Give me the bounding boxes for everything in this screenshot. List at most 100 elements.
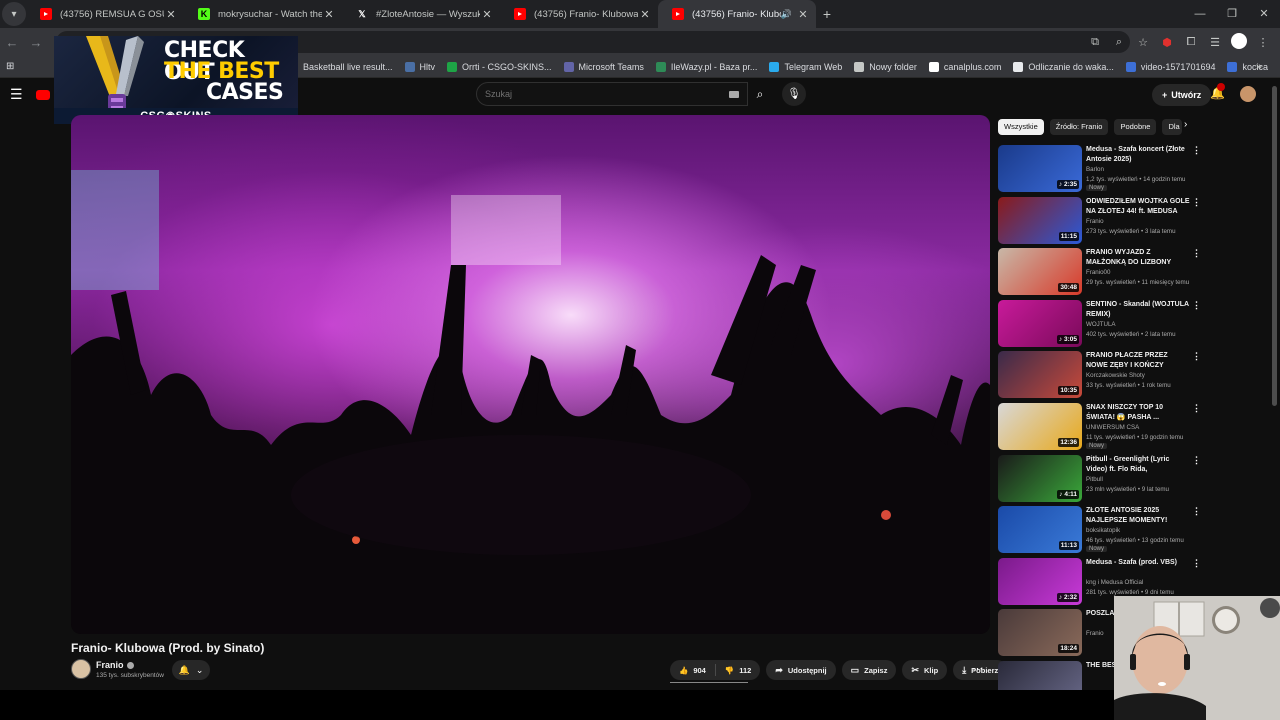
- filter-chip[interactable]: Źródło: Franio: [1049, 119, 1109, 135]
- recommended-video-title[interactable]: ODWIEDZIŁEM WOJTKA GOLE NA ZŁOTEJ 44! ft…: [1086, 197, 1190, 217]
- bookmark-item[interactable]: Microsoft Teams: [563, 61, 644, 72]
- video-thumbnail[interactable]: ♪ 3:05: [998, 300, 1082, 347]
- create-button[interactable]: + Utwórz: [1152, 84, 1212, 106]
- back-icon[interactable]: ←: [0, 35, 24, 50]
- recommended-channel-name[interactable]: Franio: [1086, 218, 1104, 225]
- bookmarks-more-icon[interactable]: »: [1256, 61, 1262, 73]
- search-button[interactable]: ⌕: [748, 82, 772, 106]
- video-thumbnail[interactable]: 12:36: [998, 403, 1082, 450]
- video-thumbnail[interactable]: 10:35: [998, 351, 1082, 398]
- youtube-logo[interactable]: [36, 90, 50, 100]
- bookmark-item[interactable]: canalplus.com: [928, 61, 1001, 72]
- recommended-channel-name[interactable]: Pitbull: [1086, 476, 1103, 483]
- profile-icon[interactable]: [1228, 32, 1250, 52]
- recommended-channel-name[interactable]: Franio: [1086, 630, 1104, 637]
- more-actions-icon[interactable]: ⋯: [972, 662, 983, 675]
- recommended-video[interactable]: 12:36 SNAX NISZCZY TOP 10 ŚWIATA! 😱 PASHA…: [998, 403, 1203, 451]
- share-button[interactable]: ➦ Udostępnij: [766, 660, 836, 680]
- page-scrollbar[interactable]: [1272, 86, 1277, 406]
- video-menu-icon[interactable]: ⋮: [1192, 506, 1201, 517]
- voice-search-icon[interactable]: 🎙: [782, 82, 806, 106]
- video-thumbnail[interactable]: ♪ 2:35: [998, 145, 1082, 192]
- extension-icon[interactable]: ⬢: [1156, 36, 1178, 49]
- bookmark-item[interactable]: Basketball live result...: [287, 61, 393, 72]
- search-input[interactable]: Szukaj: [476, 82, 748, 106]
- recommended-channel-name[interactable]: UNIWERSUM CSA: [1086, 424, 1139, 431]
- browser-tab[interactable]: (43756) Franio- Klubowa (P🔊 ✕: [658, 0, 816, 28]
- recommended-video-title[interactable]: Medusa - Szafa (prod. VBS): [1086, 558, 1190, 568]
- close-tab-icon[interactable]: ✕: [638, 8, 652, 21]
- bookmark-item[interactable]: Orrti - CSGO-SKINS...: [447, 61, 552, 72]
- video-menu-icon[interactable]: ⋮: [1192, 403, 1201, 414]
- audio-playing-icon[interactable]: 🔊: [781, 9, 792, 20]
- recommended-channel-name[interactable]: WOJTULA: [1086, 321, 1116, 328]
- browser-tab[interactable]: Kmokrysuchar - Watch the VOD✕: [184, 0, 342, 28]
- recommended-video-title[interactable]: FRANIO WYJAZD Z MAŁŻONKĄ DO LIZBONY: [1086, 248, 1190, 268]
- maximize-icon[interactable]: ❐: [1216, 0, 1248, 28]
- video-menu-icon[interactable]: ⋮: [1192, 145, 1201, 156]
- keyboard-icon[interactable]: [729, 91, 739, 98]
- filter-chip[interactable]: Wszystkie: [998, 119, 1044, 135]
- tab-search-icon[interactable]: ▾: [2, 2, 26, 26]
- extensions-puzzle-icon[interactable]: ⧠: [1180, 36, 1202, 49]
- zoom-icon[interactable]: ⌕: [1108, 36, 1130, 49]
- dislike-button[interactable]: 👎 112: [716, 660, 760, 680]
- video-menu-icon[interactable]: ⋮: [1192, 197, 1201, 208]
- video-menu-icon[interactable]: ⋮: [1192, 351, 1201, 362]
- bookmark-item[interactable]: video-1571701694: [1125, 61, 1215, 72]
- recommended-video[interactable]: ♪ 2:35 Medusa - Szafa koncert (Złote Anto…: [998, 145, 1203, 193]
- recommended-video-title[interactable]: Pitbull - Greenlight (Lyric Video) ft. F…: [1086, 455, 1190, 475]
- like-button[interactable]: 👍 904: [670, 660, 715, 680]
- account-avatar[interactable]: [1240, 86, 1256, 102]
- browser-tab[interactable]: 𝕏 #ZloteAntosie — Wyszukiwani✕: [342, 0, 500, 28]
- close-tab-icon[interactable]: ✕: [796, 8, 810, 21]
- recommended-channel-name[interactable]: boksikatopik: [1086, 527, 1120, 534]
- recommended-channel-name[interactable]: Barlon: [1086, 166, 1104, 173]
- recommended-video-title[interactable]: FRANIO PŁACZE PRZEZ NOWE ZĘBY I KOŃCZY S…: [1086, 351, 1190, 371]
- recommended-video-title[interactable]: ZŁOTE ANTOSIE 2025 NAJLEPSZE MOMENTY!: [1086, 506, 1190, 526]
- video-menu-icon[interactable]: ⋮: [1192, 248, 1201, 259]
- minimize-icon[interactable]: —: [1184, 0, 1216, 28]
- filter-chip[interactable]: Dla C: [1162, 119, 1183, 135]
- video-thumbnail[interactable]: 11:15: [998, 197, 1082, 244]
- recommended-video-title[interactable]: Medusa - Szafa koncert (Złote Antosie 20…: [1086, 145, 1190, 165]
- cast-icon[interactable]: ⧉: [1084, 36, 1106, 49]
- bookmark-item[interactable]: Hltv: [404, 61, 435, 72]
- reading-list-icon[interactable]: ☰: [1204, 36, 1226, 49]
- browser-menu-icon[interactable]: ⋮: [1252, 36, 1274, 49]
- bookmark-item[interactable]: Nowy folder: [854, 61, 917, 72]
- video-thumbnail[interactable]: 11:13: [998, 506, 1082, 553]
- video-thumbnail[interactable]: ♪ 2:32: [998, 558, 1082, 605]
- video-menu-icon[interactable]: ⋮: [1192, 455, 1201, 466]
- recommended-video[interactable]: 30:48 FRANIO WYJAZD Z MAŁŻONKĄ DO LIZBONY…: [998, 248, 1203, 296]
- apps-grid-icon[interactable]: ⊞: [6, 61, 22, 72]
- bookmark-item[interactable]: Telegram Web: [769, 61, 842, 72]
- video-thumbnail[interactable]: 18:24: [998, 609, 1082, 656]
- hamburger-menu-icon[interactable]: ☰: [10, 86, 23, 103]
- csgo-skins-ad-overlay[interactable]: CHECK OUT THE BEST CASES CSG◉SKINS: [54, 36, 298, 124]
- bookmark-item[interactable]: Odliczanie do waka...: [1013, 61, 1114, 72]
- filter-chip[interactable]: Podobne: [1114, 119, 1157, 135]
- recommended-channel-name[interactable]: kng i Medusa Official: [1086, 579, 1143, 586]
- video-player[interactable]: [71, 115, 990, 634]
- close-tab-icon[interactable]: ✕: [322, 8, 336, 21]
- clip-button[interactable]: ✂ Klip: [902, 660, 948, 680]
- recommended-video[interactable]: ♪ 4:11 Pitbull - Greenlight (Lyric Video)…: [998, 455, 1203, 503]
- recommended-video[interactable]: 11:15 ODWIEDZIŁEM WOJTKA GOLE NA ZŁOTEJ 4…: [998, 197, 1203, 245]
- recommended-video[interactable]: ♪ 3:05 SENTINO - Skandal (WOJTULA REMIX) W…: [998, 300, 1203, 348]
- bookmark-item[interactable]: IleWazy.pl - Baza pr...: [655, 61, 757, 72]
- video-thumbnail[interactable]: ♪ 4:11: [998, 455, 1082, 502]
- recommended-video-title[interactable]: SNAX NISZCZY TOP 10 ŚWIATA! 😱 PASHA ...: [1086, 403, 1190, 423]
- recommended-channel-name[interactable]: Korczakowskie Shoty: [1086, 372, 1145, 379]
- forward-icon[interactable]: →: [24, 35, 48, 50]
- close-tab-icon[interactable]: ✕: [480, 8, 494, 21]
- video-menu-icon[interactable]: ⋮: [1192, 300, 1201, 311]
- bookmark-star-icon[interactable]: ☆: [1132, 36, 1154, 49]
- recommended-video-title[interactable]: SENTINO - Skandal (WOJTULA REMIX): [1086, 300, 1190, 320]
- video-thumbnail[interactable]: 30:48: [998, 248, 1082, 295]
- channel-name[interactable]: Franio: [96, 660, 134, 670]
- browser-tab[interactable]: (43756) REMSUA G OSUJE - Z✕: [26, 0, 184, 28]
- close-window-icon[interactable]: ✕: [1248, 0, 1280, 28]
- channel-avatar[interactable]: [71, 659, 91, 679]
- new-tab-button[interactable]: +: [816, 6, 838, 22]
